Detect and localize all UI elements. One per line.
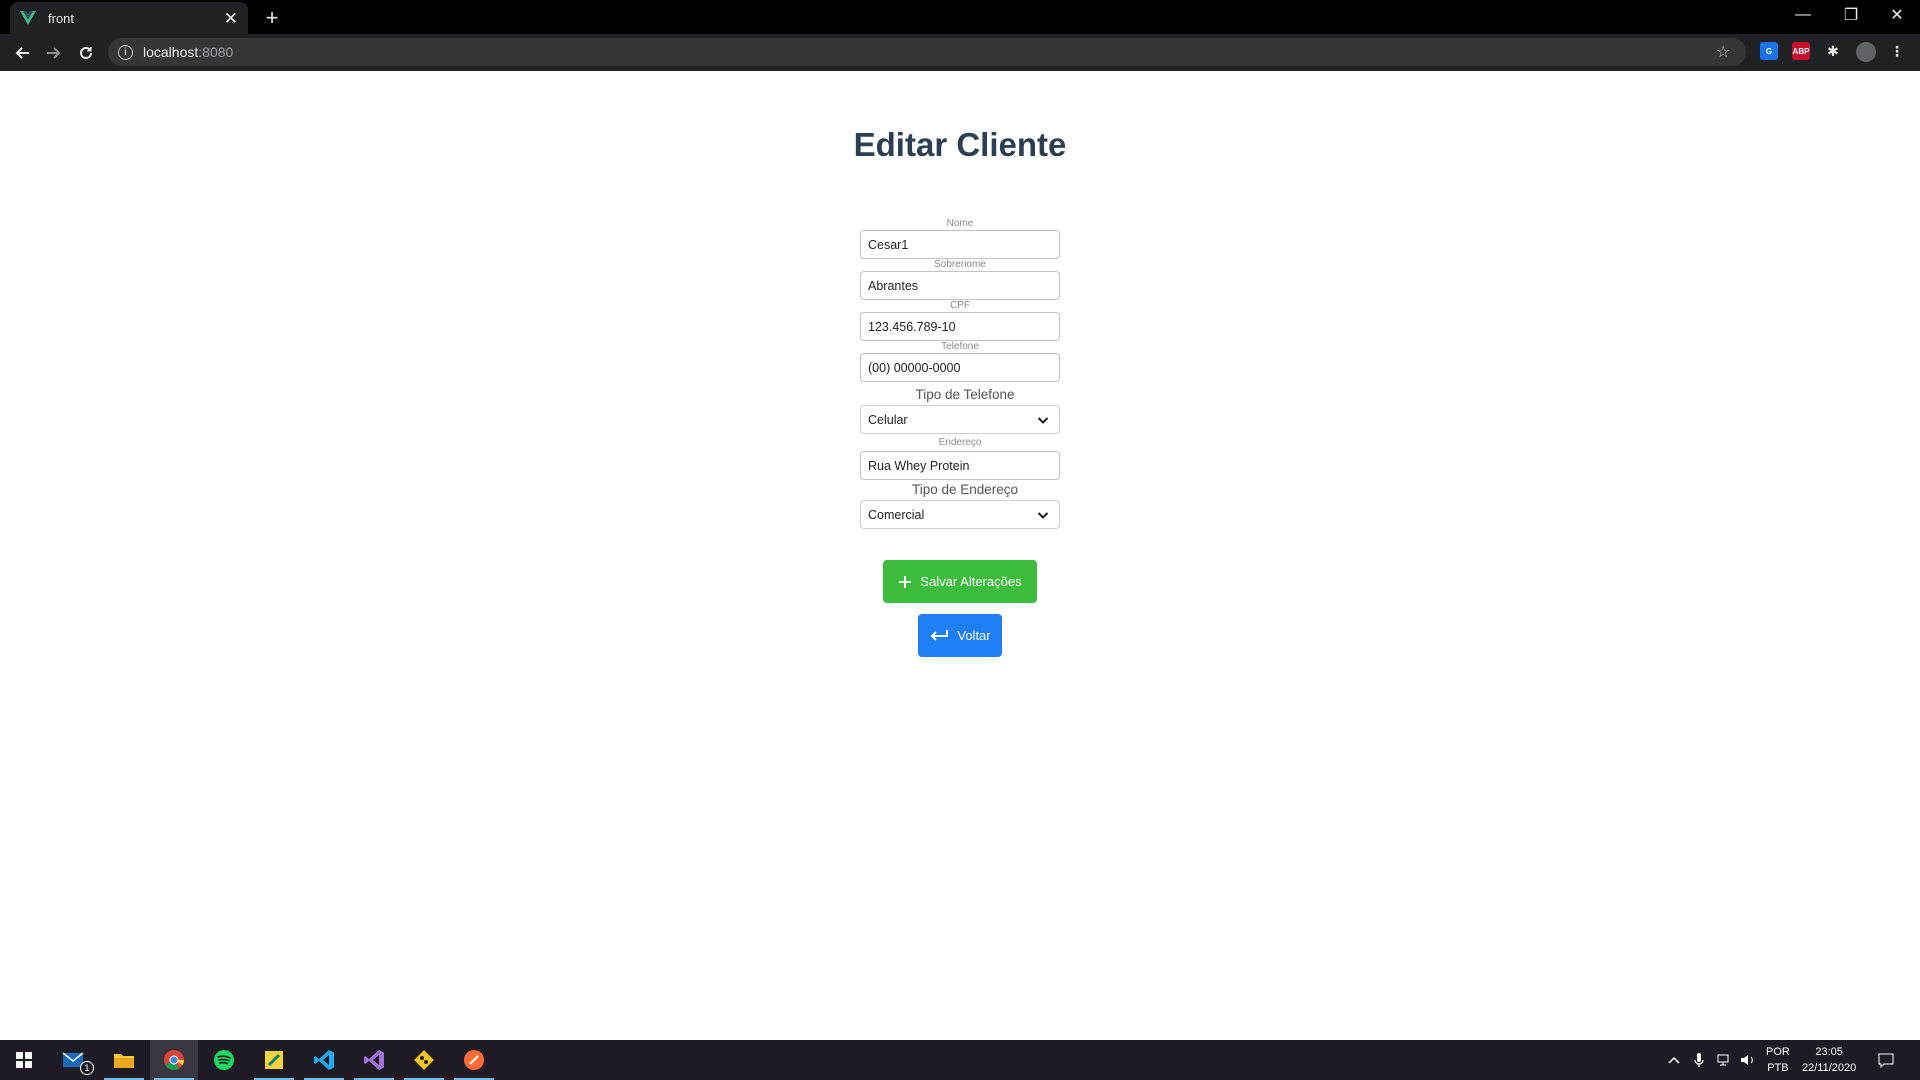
network-icon[interactable] [1716, 1040, 1732, 1080]
file-explorer-icon[interactable] [100, 1040, 148, 1080]
browser-tab[interactable]: front ✕ [10, 2, 248, 34]
visual-studio-app-icon[interactable] [350, 1040, 398, 1080]
show-hidden-icons-chevron[interactable] [1668, 1040, 1680, 1080]
clock[interactable]: 23:05 22/11/2020 [1802, 1040, 1856, 1080]
restore-button[interactable]: ❐ [1828, 0, 1874, 30]
browser-menu-icon[interactable]: ⋮ [1888, 42, 1906, 60]
reload-icon[interactable] [72, 39, 100, 67]
vue-logo-icon [20, 11, 36, 25]
telefone-label: Telefone [941, 341, 979, 352]
profile-avatar[interactable] [1856, 42, 1876, 62]
postman-app-icon[interactable] [450, 1040, 498, 1080]
url-host: localhost [143, 44, 199, 60]
windows-start-icon[interactable] [0, 1040, 48, 1080]
sobrenome-input[interactable] [860, 271, 1060, 300]
url-port: :8080 [198, 44, 234, 60]
keyboard-layout: PTB [1767, 1062, 1789, 1074]
clock-date: 22/11/2020 [1802, 1062, 1857, 1074]
adblock-plus-icon[interactable]: ABP [1792, 42, 1810, 60]
git-app-icon[interactable] [400, 1040, 448, 1080]
back-button-label: Voltar [957, 628, 991, 643]
extensions-puzzle-icon[interactable]: ✱ [1824, 42, 1842, 60]
save-changes-button[interactable]: Salvar Alterações [883, 560, 1037, 603]
chevron-down-icon [1037, 417, 1049, 424]
sticky-app-icon[interactable] [250, 1040, 298, 1080]
extension-translate-icon[interactable]: G [1760, 42, 1778, 60]
save-button-label: Salvar Alterações [920, 574, 1022, 589]
mail-badge: 1 [80, 1061, 94, 1075]
volume-icon[interactable] [1740, 1040, 1756, 1080]
notifications-icon[interactable] [1878, 1040, 1894, 1080]
clock-time: 23:05 [1815, 1046, 1843, 1058]
tipo-endereco-value: Comercial [868, 507, 925, 522]
forward-arrow-icon[interactable] [40, 39, 68, 67]
input-language-indicator[interactable]: POR PTB [1766, 1040, 1790, 1080]
spotify-app-icon[interactable] [200, 1040, 248, 1080]
chevron-down-icon [1037, 512, 1049, 519]
back-arrow-icon[interactable] [8, 39, 36, 67]
cpf-input[interactable] [860, 312, 1060, 341]
vscode-app-icon[interactable] [300, 1040, 348, 1080]
new-tab-button[interactable]: + [258, 4, 286, 32]
plus-icon [898, 575, 912, 589]
close-window-button[interactable]: ✕ [1874, 0, 1920, 30]
address-bar[interactable]: i localhost:8080 [108, 38, 1746, 66]
tab-title: front [48, 10, 75, 26]
sobrenome-label: Sobrenome [934, 259, 986, 270]
nome-label: Nome [946, 218, 974, 229]
adblock-label: ABP [1792, 46, 1810, 56]
browser-tab-strip: front ✕ + — ❐ ✕ [0, 0, 1920, 34]
browser-toolbar: i localhost:8080 ☆ G ABP ✱ ⋮ [0, 34, 1920, 71]
tipo-endereco-select[interactable]: Comercial [860, 500, 1060, 529]
bookmark-star-icon[interactable]: ☆ [1716, 42, 1730, 62]
tab-close-icon[interactable]: ✕ [224, 10, 238, 27]
minimize-button[interactable]: — [1780, 0, 1826, 30]
back-button[interactable]: Voltar [918, 614, 1002, 657]
microphone-icon[interactable] [1694, 1040, 1704, 1080]
tipo-telefone-value: Celular [868, 412, 908, 427]
language-code: POR [1766, 1046, 1790, 1058]
mail-app-icon[interactable]: 1 [50, 1040, 98, 1080]
endereco-input[interactable] [860, 451, 1060, 480]
windows-taskbar: 1 POR PTB 23:05 22/11/2020 [0, 1040, 1920, 1080]
tipo-endereco-label: Tipo de Endereço [911, 482, 1019, 497]
client-edit-form: Nome Sobrenome CPF Telefone Tipo de Tele… [860, 218, 1060, 529]
chrome-app-icon[interactable] [150, 1040, 198, 1080]
nome-input[interactable] [860, 230, 1060, 259]
telefone-input[interactable] [860, 353, 1060, 382]
tipo-telefone-label: Tipo de Telefone [915, 387, 1015, 402]
page-title: Editar Cliente [853, 126, 1067, 163]
cpf-label: CPF [950, 300, 970, 311]
return-arrow-icon [929, 629, 949, 643]
tipo-telefone-select[interactable]: Celular [860, 405, 1060, 434]
endereco-label: Endereço [938, 437, 982, 448]
site-info-icon[interactable]: i [118, 44, 133, 60]
